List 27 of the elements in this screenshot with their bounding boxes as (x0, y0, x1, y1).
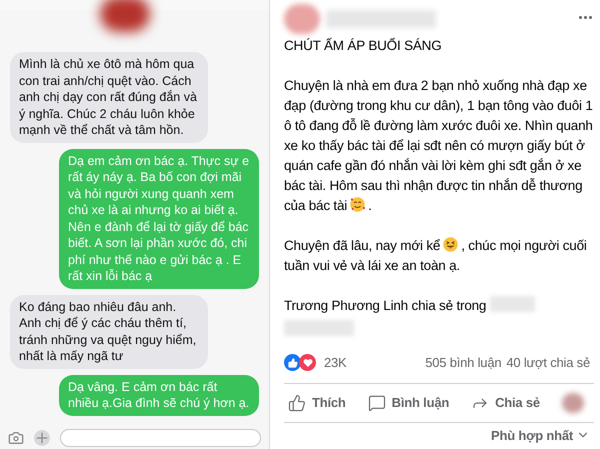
redacted-avatar (562, 392, 584, 412)
message-bubble: Ko đáng bao nhiêu đâu anh. Anh chị để ý các cháu thêm tí, tránh những va quệt nguy hiểm, nhất là mấy ngã tư (10, 294, 208, 368)
reaction-count[interactable]: 23K (324, 352, 347, 372)
shared-in-text: Trương Phương Linh chia sẻ trong (284, 297, 486, 315)
like-reaction-icon (284, 354, 301, 371)
camera-icon[interactable] (8, 430, 24, 446)
tongue-face-icon (442, 236, 460, 253)
post-action-button[interactable]: Chia sẻ (471, 392, 540, 412)
share-count[interactable]: 40 lượt chia sẻ (506, 352, 590, 372)
post-action-button[interactable]: Thích (288, 392, 346, 412)
message-input-field[interactable] (60, 429, 261, 447)
sort-dropdown[interactable]: Phù hợp nhất (491, 426, 590, 445)
thumbs-up-icon (288, 394, 306, 412)
post-title: CHÚT ẤM ÁP BUỔI SÁNG (284, 36, 443, 55)
redacted-avatar (100, 0, 150, 32)
redacted-avatar (284, 4, 320, 34)
message-bubble: Dạ em cảm ơn bác ạ. Thực sự e rất áy náy ạ. Ba bố con đợi mãi và hỏi người xung quanh xem chủ xe là ai nhưng ko ai biết ạ. Nên e đành để lại tờ giấy để bác biết. A sơn lại phần xước đó, chi phí như thế nào e gửi bác ạ . E rất xin lỗi bác ạ (59, 148, 259, 288)
comment-count[interactable]: 505 bình luận (425, 352, 502, 372)
speech-bubble-icon (368, 394, 386, 412)
post-paragraph: Chuyện đã lâu, nay mới kể , chúc mọi người cuối tuần vui vẻ và lái xe an toàn ạ. (284, 236, 588, 275)
message-bubble: Mình là chủ xe ôtô mà hôm qua con trai anh/chị quệt vào. Cách anh chị dạy con rất đúng đắn và ý nghĩa. Chúc 2 cháu luôn khỏe mạnh về thể chất và tâm hồn. (10, 52, 208, 142)
love-reaction-icon (299, 354, 316, 371)
add-icon[interactable] (34, 430, 50, 446)
post-paragraph: Chuyện là nhà em đưa 2 bạn nhỏ xuống nhà đạp xe đạp (đường trong khu cư dân), 1 bạn tông vào đuôi 1 ô tô đang đỗ lề đường làm xước đuôi xe. Nhìn quanh xe ko thấy bác tài để lại sđt nên có mượn giấy bút ở quán cafe gần đó nhắn vài lời kèm ghi sđt gắn ở xe bác tài. Hôm sau thì nhận được tin nhắn dễ thương của bác tài . (284, 77, 594, 215)
message-bubble: Dạ vâng. E cảm ơn bác rất nhiều ạ.Gia đình sẽ chú ý hơn ạ. (59, 374, 259, 416)
post-action-button[interactable]: Bình luận (368, 392, 450, 412)
smiling-face-hearts-icon (349, 196, 366, 213)
